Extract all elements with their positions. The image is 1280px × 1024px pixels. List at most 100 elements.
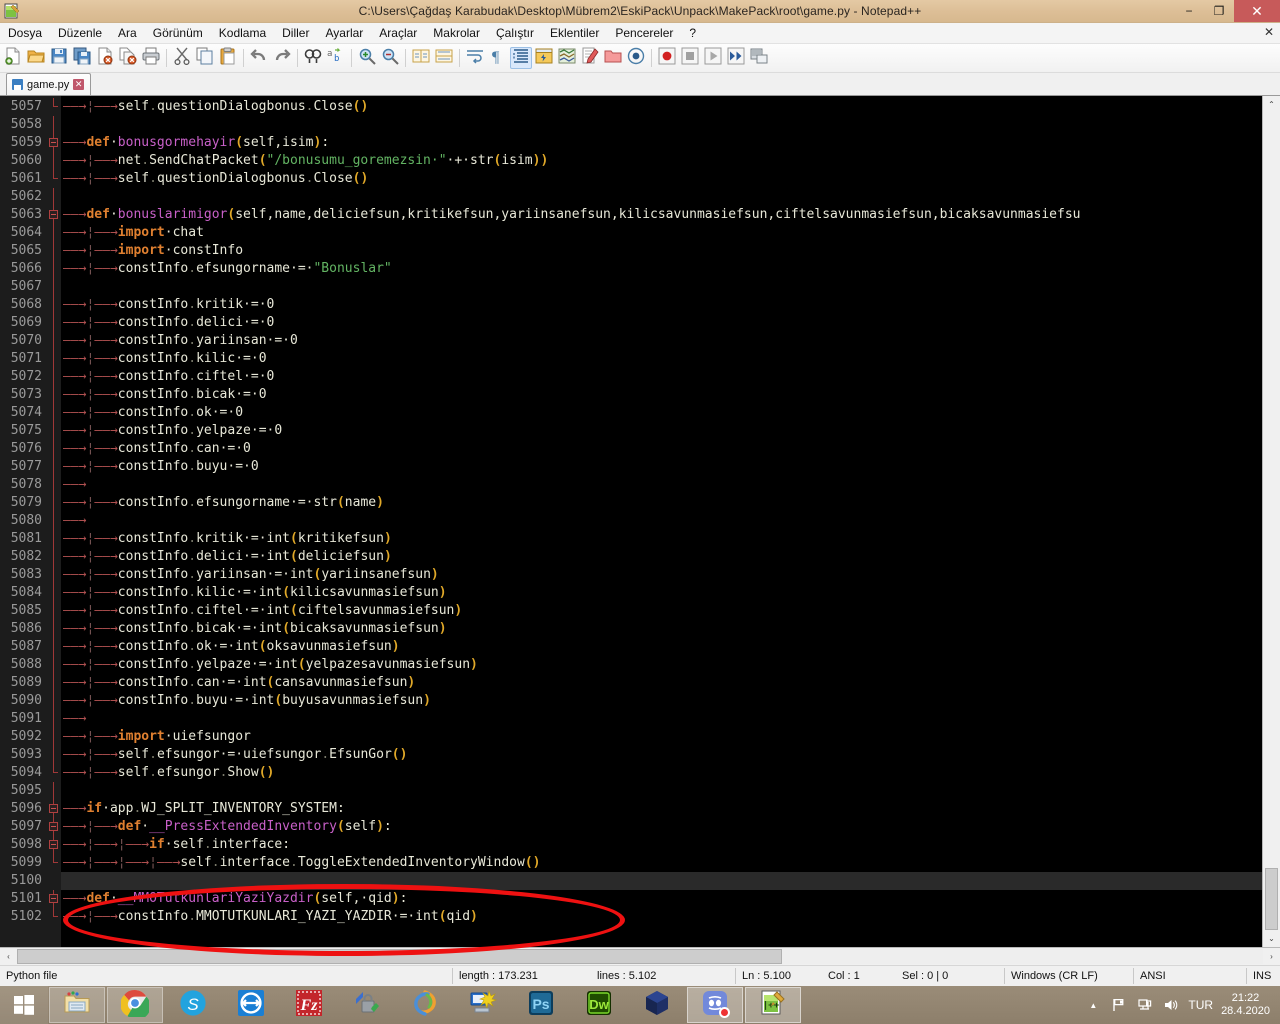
- code-line[interactable]: [61, 116, 1262, 134]
- toolbar-redo[interactable]: [271, 47, 293, 69]
- toolbar-run-macro-multiple[interactable]: [725, 47, 747, 69]
- toolbar-save-all[interactable]: [71, 47, 93, 69]
- code-line[interactable]: ——→¦——→constInfo.kilic·=·0: [61, 350, 1262, 368]
- code-line[interactable]: ——→: [61, 512, 1262, 530]
- vertical-scroll-thumb[interactable]: [1265, 868, 1278, 930]
- code-line[interactable]: ——→¦——→net.SendChatPacket("/bonusumu_gor…: [61, 152, 1262, 170]
- fold-collapse-box-icon[interactable]: [49, 210, 58, 219]
- code-line[interactable]: ——→def·bonuslarimigor(self,name,delicief…: [61, 206, 1262, 224]
- toolbar-paste[interactable]: [217, 47, 239, 69]
- menu-dosya[interactable]: Dosya: [0, 23, 50, 43]
- code-line[interactable]: ——→¦——→constInfo.ok·=·0: [61, 404, 1262, 422]
- scroll-right-arrow-icon[interactable]: ›: [1263, 948, 1280, 965]
- toolbar-monitoring[interactable]: [625, 47, 647, 69]
- toolbar-play-macro[interactable]: [702, 47, 724, 69]
- code-line[interactable]: ——→¦——→constInfo.can·=·0: [61, 440, 1262, 458]
- toolbar-folder-as-workspace[interactable]: [602, 47, 624, 69]
- toolbar-show-all-chars[interactable]: ¶: [487, 47, 509, 69]
- volume-icon[interactable]: [1162, 996, 1180, 1014]
- code-line[interactable]: ——→: [61, 476, 1262, 494]
- menu-close-document-icon[interactable]: ✕: [1264, 25, 1274, 39]
- maximize-button[interactable]: ❐: [1204, 0, 1234, 22]
- taskbar-photoshop[interactable]: Ps: [513, 987, 569, 1023]
- code-line[interactable]: ——→¦——→self.questionDialogbonus.Close(): [61, 98, 1262, 116]
- code-line[interactable]: ——→¦——→constInfo.buyu·=·0: [61, 458, 1262, 476]
- code-line[interactable]: ——→¦——→constInfo.kritik·=·int(kritikefsu…: [61, 530, 1262, 548]
- taskbar-virtualbox[interactable]: [629, 987, 685, 1023]
- code-line[interactable]: ——→¦——→¦——→¦——→self.interface.ToggleExte…: [61, 854, 1262, 872]
- menu-pencereler[interactable]: Pencereler: [607, 23, 681, 43]
- fold-collapse-box-icon[interactable]: [49, 894, 58, 903]
- toolbar-indent-guide[interactable]: [510, 47, 532, 69]
- code-line[interactable]: ——→¦——→¦——→if·self.interface:: [61, 836, 1262, 854]
- horizontal-scroll-track[interactable]: [17, 949, 1263, 964]
- start-button[interactable]: [0, 986, 48, 1024]
- code-line[interactable]: ——→¦——→constInfo.can·=·int(cansavunmasie…: [61, 674, 1262, 692]
- fold-marker[interactable]: [47, 800, 61, 818]
- code-line[interactable]: ——→¦——→constInfo.yelpaze·=·0: [61, 422, 1262, 440]
- toolbar-zoom-in[interactable]: [356, 47, 378, 69]
- toolbar-zoom-out[interactable]: [379, 47, 401, 69]
- fold-marker[interactable]: [47, 836, 61, 854]
- code-line[interactable]: ——→¦——→constInfo.ok·=·int(oksavunmasiefs…: [61, 638, 1262, 656]
- menu-diller[interactable]: Diller: [274, 23, 317, 43]
- taskbar-skype[interactable]: S: [165, 987, 221, 1023]
- toolbar-save[interactable]: [48, 47, 70, 69]
- horizontal-scroll-thumb[interactable]: [17, 949, 782, 964]
- menu-calistir[interactable]: Çalıştır: [488, 23, 542, 43]
- toolbar-new-file[interactable]: [2, 47, 24, 69]
- toolbar-print[interactable]: [140, 47, 162, 69]
- menu-help[interactable]: ?: [681, 23, 704, 43]
- code-line[interactable]: ——→¦——→constInfo.delici·=·int(deliciefsu…: [61, 548, 1262, 566]
- toolbar-document-map[interactable]: [556, 47, 578, 69]
- taskbar-putty[interactable]: [455, 987, 511, 1023]
- fold-collapse-box-icon[interactable]: [49, 822, 58, 831]
- code-line[interactable]: ——→¦——→constInfo.efsungorname·=·"Bonusla…: [61, 260, 1262, 278]
- fold-collapse-box-icon[interactable]: [49, 138, 58, 147]
- menu-duzenle[interactable]: Düzenle: [50, 23, 110, 43]
- network-icon[interactable]: [1136, 996, 1154, 1014]
- fold-collapse-box-icon[interactable]: [49, 840, 58, 849]
- fold-marker[interactable]: [47, 206, 61, 224]
- toolbar-cut[interactable]: [171, 47, 193, 69]
- code-line[interactable]: ——→¦——→constInfo.efsungorname·=·str(name…: [61, 494, 1262, 512]
- code-line[interactable]: ——→¦——→self.efsungor·=·uiefsungor.EfsunG…: [61, 746, 1262, 764]
- code-line[interactable]: [61, 188, 1262, 206]
- code-editor[interactable]: 5057 5058 5059 5060 5061 5062 5063 5064 5065 5066…: [0, 96, 1262, 947]
- code-line[interactable]: ——→¦——→constInfo.yariinsan·=·0: [61, 332, 1262, 350]
- taskbar-filezilla[interactable]: Fz: [281, 987, 337, 1023]
- taskbar-google-chrome[interactable]: [107, 987, 163, 1023]
- menu-makrolar[interactable]: Makrolar: [425, 23, 488, 43]
- title-bar[interactable]: C:\Users\Çağdaş Karabudak\Desktop\Mübrem…: [0, 0, 1280, 23]
- code-line[interactable]: ——→¦——→constInfo.ciftel·=·int(ciftelsavu…: [61, 602, 1262, 620]
- toolbar-save-macro[interactable]: [748, 47, 770, 69]
- code-line[interactable]: ——→¦——→constInfo.delici·=·0: [61, 314, 1262, 332]
- show-hidden-icons-icon[interactable]: ▲: [1084, 996, 1102, 1014]
- menu-ara[interactable]: Ara: [110, 23, 145, 43]
- code-line[interactable]: ——→¦——→self.efsungor.Show(): [61, 764, 1262, 782]
- code-line[interactable]: ——→¦——→constInfo.ciftel·=·0: [61, 368, 1262, 386]
- fold-marker[interactable]: [47, 890, 61, 908]
- code-line[interactable]: ——→¦——→import·uiefsungor: [61, 728, 1262, 746]
- toolbar-record-macro[interactable]: [656, 47, 678, 69]
- tab-game-py[interactable]: game.py ✕: [6, 73, 92, 95]
- code-line[interactable]: [61, 278, 1262, 296]
- menu-araclar[interactable]: Araçlar: [371, 23, 425, 43]
- code-line[interactable]: ——→¦——→import·chat: [61, 224, 1262, 242]
- toolbar-word-wrap[interactable]: [464, 47, 486, 69]
- horizontal-scrollbar[interactable]: ‹ ›: [0, 947, 1280, 965]
- code-line[interactable]: ——→if·app.WJ_SPLIT_INVENTORY_SYSTEM:: [61, 800, 1262, 818]
- close-button[interactable]: ✕: [1234, 0, 1280, 22]
- code-line[interactable]: ——→: [61, 710, 1262, 728]
- code-line[interactable]: ——→¦——→constInfo.buyu·=·int(buyusavunmas…: [61, 692, 1262, 710]
- code-line[interactable]: [61, 872, 1262, 890]
- taskbar-notepadplusplus[interactable]: |++: [745, 987, 801, 1023]
- code-line[interactable]: ——→¦——→constInfo.MMOTUTKUNLARI_YAZI_YAZD…: [61, 908, 1262, 926]
- toolbar-user-defined-dialog[interactable]: [533, 47, 555, 69]
- tray-language[interactable]: TUR: [1188, 998, 1213, 1012]
- toolbar-sync-vertical[interactable]: [410, 47, 432, 69]
- toolbar-close-file[interactable]: [94, 47, 116, 69]
- code-line[interactable]: ——→¦——→self.questionDialogbonus.Close(): [61, 170, 1262, 188]
- tray-clock[interactable]: 21:22 28.4.2020: [1221, 992, 1274, 1018]
- taskbar-file-explorer[interactable]: [49, 987, 105, 1023]
